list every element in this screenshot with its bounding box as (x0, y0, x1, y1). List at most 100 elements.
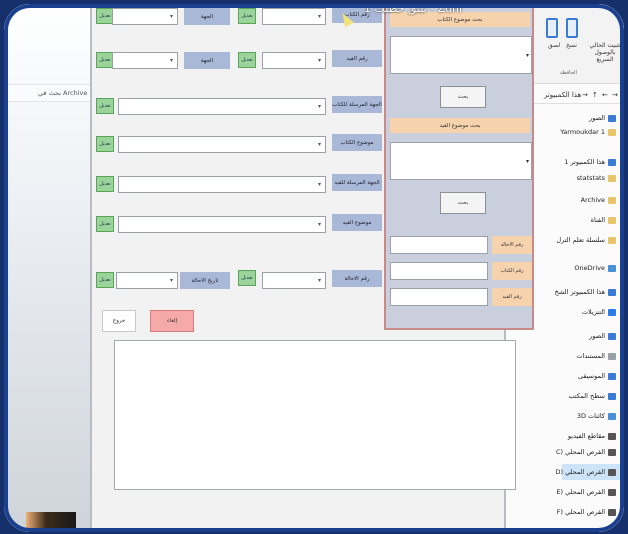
copy-icon[interactable] (546, 18, 558, 38)
tree-item[interactable]: Yarmoukdar 1 (560, 128, 616, 136)
referral-date-field[interactable]: ▾ (116, 272, 178, 289)
tree-item-label: القرص المحلي (E (556, 488, 605, 496)
folder-icon (608, 332, 616, 340)
tree-item[interactable]: مقاطع الفيديو (568, 432, 616, 440)
search-entry-number-input[interactable] (390, 288, 488, 306)
search-placeholder: بحث في Archive (38, 89, 88, 97)
tree-item[interactable]: القرص المحلي (C (556, 448, 616, 456)
entry-sender-field[interactable]: ▾ (118, 176, 326, 193)
edit-button-book-sender[interactable]: تعديل (96, 98, 114, 114)
edit-button-entry-sender[interactable]: تعديل (96, 176, 114, 192)
screen-frame: بحث في Archive تثبيت الحالي بالوصول السر… (4, 4, 624, 532)
ribbon-copy-label[interactable]: نسخ (566, 42, 577, 49)
tree-item[interactable]: القرص المحلي (D (555, 468, 616, 476)
label-search-entry-number: رقم القيد (492, 288, 532, 306)
ribbon-pin-label[interactable]: تثبيت الحالي بالوصول السريع (588, 42, 622, 63)
nav-back-icon[interactable]: ← (602, 91, 608, 99)
tree-item[interactable]: هذا الكمبيوتر 1 (564, 158, 616, 166)
cancel-button[interactable]: إلغاء (150, 310, 194, 332)
tree-item[interactable]: الصور (589, 332, 616, 340)
book-sender-field[interactable]: ▾ (118, 98, 326, 115)
tree-item-label: المستندات (576, 352, 605, 360)
entry-subject-search-list[interactable]: ▾ (390, 142, 532, 180)
book-subject-search-list[interactable]: ▾ (390, 36, 532, 74)
label-referral-date: تاريخ الاحالة (180, 272, 230, 289)
folder-icon (608, 158, 616, 166)
tree-item-label: statstats (576, 174, 605, 182)
referral-number-field[interactable]: ▾ (262, 272, 326, 289)
search-book-number-input[interactable] (390, 262, 488, 280)
folder-icon (608, 264, 616, 272)
tree-item[interactable]: القرص المحلي (F (557, 508, 616, 516)
label-entry-subject: موضوع القيد (332, 214, 382, 231)
tree-item-label: مقاطع الفيديو (567, 432, 605, 440)
ribbon-paste-label[interactable]: لصق (548, 42, 560, 49)
search-panel: بحث موضوع الكتاب ▾ بحث بحث موضوع القيد ▾… (384, 4, 534, 330)
taskbar-thumbnail (26, 512, 76, 532)
memo-textarea[interactable] (114, 340, 516, 490)
search-button-entry[interactable]: بحث (440, 192, 486, 214)
tree-item[interactable]: الموسيقى (578, 372, 616, 380)
ribbon-group-label: الحافظة (560, 70, 577, 76)
tree-item[interactable]: المستندات (576, 352, 616, 360)
app-form: تعديل ▾ الجهة تعديل ▾ رقم الكتاب تعديل ▾… (90, 4, 534, 532)
folder-icon (608, 128, 616, 136)
entry-subject-search-header: بحث موضوع القيد (390, 118, 530, 133)
tree-item-label: سلسلة تعلم الترل (556, 236, 605, 244)
tree-item-label: الصور (589, 332, 605, 340)
tree-item-label: التنزيلات (581, 308, 605, 316)
tree-item-label: القناة (590, 216, 605, 224)
folder-icon (608, 448, 616, 456)
label-agency-1: الجهة (184, 8, 230, 25)
combo-entry-left[interactable]: ▾ (112, 52, 178, 69)
search-referral-number-input[interactable] (390, 236, 488, 254)
paste-icon[interactable] (566, 18, 578, 38)
book-subject-field[interactable]: ▾ (118, 136, 326, 153)
label-book-sender: الجهة المرسلة للكتاب (332, 96, 382, 113)
folder-icon (608, 488, 616, 496)
edit-button-entry-right[interactable]: تعديل (238, 52, 256, 68)
edit-button-referral-date[interactable]: تعديل (96, 272, 114, 288)
tree-item[interactable]: statstats (577, 174, 616, 182)
combo-book-left[interactable]: ▾ (112, 8, 178, 25)
nav-forward-icon[interactable]: → (582, 91, 588, 99)
search-bar[interactable]: بحث في Archive (4, 84, 90, 102)
tree-item[interactable]: القناة (591, 216, 616, 224)
tree-item[interactable]: هذا الكمبيوتر الشخ (555, 288, 616, 296)
tree-item[interactable]: Archive (581, 196, 616, 204)
folder-icon (608, 196, 616, 204)
entry-number-field[interactable]: ▾ (262, 52, 326, 69)
tree-item[interactable]: كائنات 3D (577, 412, 616, 420)
folder-icon (608, 236, 616, 244)
edit-button-entry-subject[interactable]: تعديل (96, 216, 114, 232)
tree-item[interactable]: سطح المكتب (568, 392, 616, 400)
edit-button-book-right[interactable]: تعديل (238, 8, 256, 24)
book-number-field[interactable]: ▾ (262, 8, 326, 25)
search-button-book[interactable]: بحث (440, 86, 486, 108)
folder-icon (608, 216, 616, 224)
tree-item[interactable]: التنزيلات (582, 308, 616, 316)
folder-icon (608, 508, 616, 516)
tree-item-label: سطح المكتب (568, 392, 605, 400)
folder-icon (608, 114, 616, 122)
tree-item[interactable]: سلسلة تعلم الترل (556, 236, 616, 244)
tree-item-label: القرص المحلي (C (555, 448, 605, 456)
tree-item-label: الصور (589, 114, 605, 122)
label-search-referral-number: رقم الاحالة (492, 236, 532, 254)
label-entry-sender: الجهة المرسلة للقيد (332, 174, 382, 191)
entry-subject-field[interactable]: ▾ (118, 216, 326, 233)
tree-item[interactable]: الصور (589, 114, 616, 122)
tree-item-label: القرص المحلي (D (555, 468, 605, 476)
tree-item[interactable]: القرص المحلي (E (556, 488, 616, 496)
nav-forward2-icon[interactable]: → (612, 91, 618, 99)
edit-button-referral-number[interactable]: تعديل (238, 270, 256, 286)
tree-item[interactable]: OneDrive (574, 264, 616, 272)
label-search-book-number: رقم الكتاب (492, 262, 532, 280)
folder-icon (608, 352, 616, 360)
edit-button-book-subject[interactable]: تعديل (96, 136, 114, 152)
exit-button[interactable]: خروج (102, 310, 136, 332)
tree-item-label: هذا الكمبيوتر 1 (564, 158, 605, 166)
folder-icon (608, 372, 616, 380)
nav-up-icon[interactable]: ↑ (592, 91, 598, 99)
folder-icon (608, 392, 616, 400)
